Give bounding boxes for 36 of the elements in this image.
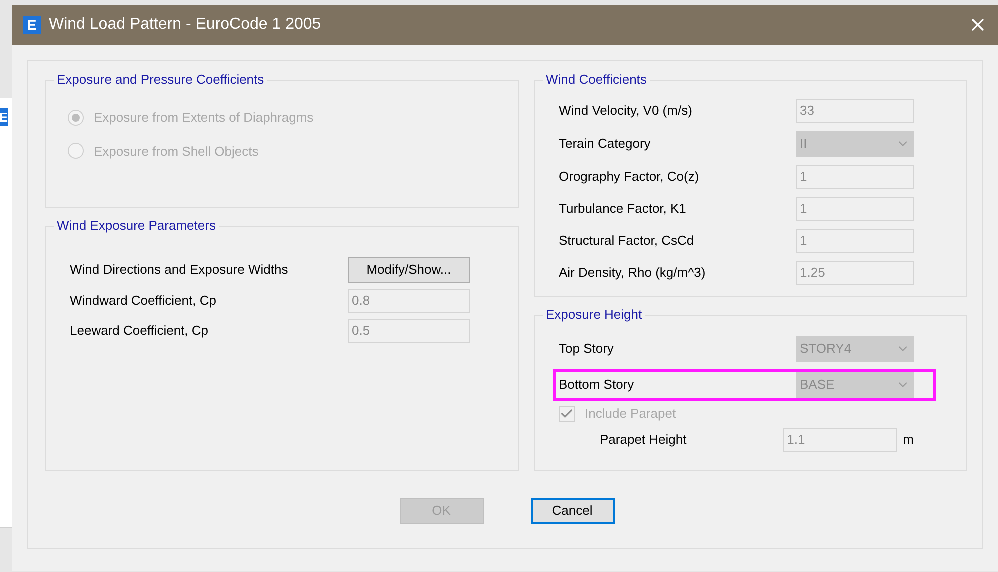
radio-label: Exposure from Shell Objects	[94, 142, 259, 161]
input-field[interactable]: 1	[796, 197, 914, 221]
dropdown[interactable]: II	[796, 131, 914, 157]
field-label: Orography Factor, Co(z)	[559, 168, 700, 186]
field-label: Wind Directions and Exposure Widths	[70, 261, 288, 280]
check-icon	[560, 406, 574, 421]
window-title: Wind Load Pattern - EuroCode 1 2005	[49, 15, 322, 35]
checkbox-label: Include Parapet	[585, 405, 676, 423]
modify-show-button[interactable]: Modify/Show...	[348, 257, 470, 283]
dialog-button[interactable]: Cancel	[530, 498, 614, 524]
radio-label: Exposure from Extents of Diaphragms	[94, 109, 314, 127]
group-title: Exposure Height	[543, 307, 646, 323]
field-label: Turbulance Factor, K1	[559, 200, 686, 218]
input-field[interactable]: 33	[796, 99, 914, 123]
field-label: Windward Coefficient, Cp	[70, 292, 216, 310]
app-icon: E	[23, 16, 41, 34]
input-field[interactable]: 0.8	[348, 289, 470, 313]
input-field[interactable]: 1.25	[796, 261, 914, 285]
dropdown[interactable]: STORY4	[796, 336, 914, 362]
field-label: Top Story	[559, 340, 614, 358]
input-field[interactable]: 1	[796, 229, 914, 253]
input-field[interactable]: 1	[796, 165, 914, 189]
field-label: Wind Velocity, V0 (m/s)	[559, 102, 692, 120]
field-label: Leeward Coefficient, Cp	[70, 322, 209, 340]
input-field[interactable]: 0.5	[348, 319, 470, 343]
field-label: Bottom Story	[559, 376, 634, 394]
input-field[interactable]: 1.1	[783, 428, 898, 452]
field-label: Parapet Height	[600, 430, 688, 449]
app-icon: E	[0, 108, 8, 126]
field-label: Structural Factor, CsCd	[559, 232, 694, 250]
field-label: Air Density, Rho (kg/m^3)	[559, 264, 706, 282]
unit-label: m	[903, 430, 914, 449]
dropdown[interactable]: BASE	[796, 372, 914, 398]
group-title: Exposure and Pressure Coefficients	[54, 72, 268, 88]
field-label: Terain Category	[559, 135, 651, 154]
group-title: Wind Exposure Parameters	[54, 218, 219, 234]
